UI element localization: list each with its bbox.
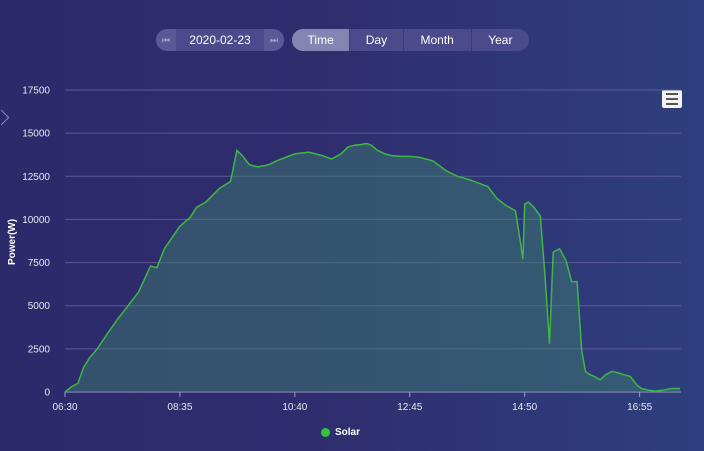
legend-marker [321,428,330,437]
x-tick-label: 16:55 [627,402,652,413]
x-axis-ticks: 06:30 08:35 10:40 12:45 14:50 16:55 [52,392,653,413]
y-axis-label: Power(W) [7,219,18,265]
x-tick-label: 08:35 [167,402,192,413]
chart-series-layer [64,142,681,393]
x-tick-label: 12:45 [397,402,422,413]
y-tick-label: 7500 [28,258,51,269]
y-tick-label: 5000 [28,301,51,312]
y-tick-label: 15000 [22,129,50,140]
y-tick-label: 10000 [22,215,50,226]
x-tick-label: 14:50 [512,402,537,413]
y-tick-label: 12500 [22,172,50,183]
x-tick-label: 10:40 [282,402,307,413]
x-tick-label: 06:30 [52,402,77,413]
y-tick-label: 17500 [22,86,50,97]
y-tick-label: 2500 [28,344,51,355]
y-axis-ticks: 0 2500 5000 7500 10000 12500 15000 17500 [22,86,50,399]
power-chart: 025005000750010000125001500017500 06:30 0… [7,86,681,413]
legend-label: Solar [335,427,361,438]
y-tick-label: 0 [44,388,50,399]
legend-item-solar[interactable]: Solar [321,427,360,438]
